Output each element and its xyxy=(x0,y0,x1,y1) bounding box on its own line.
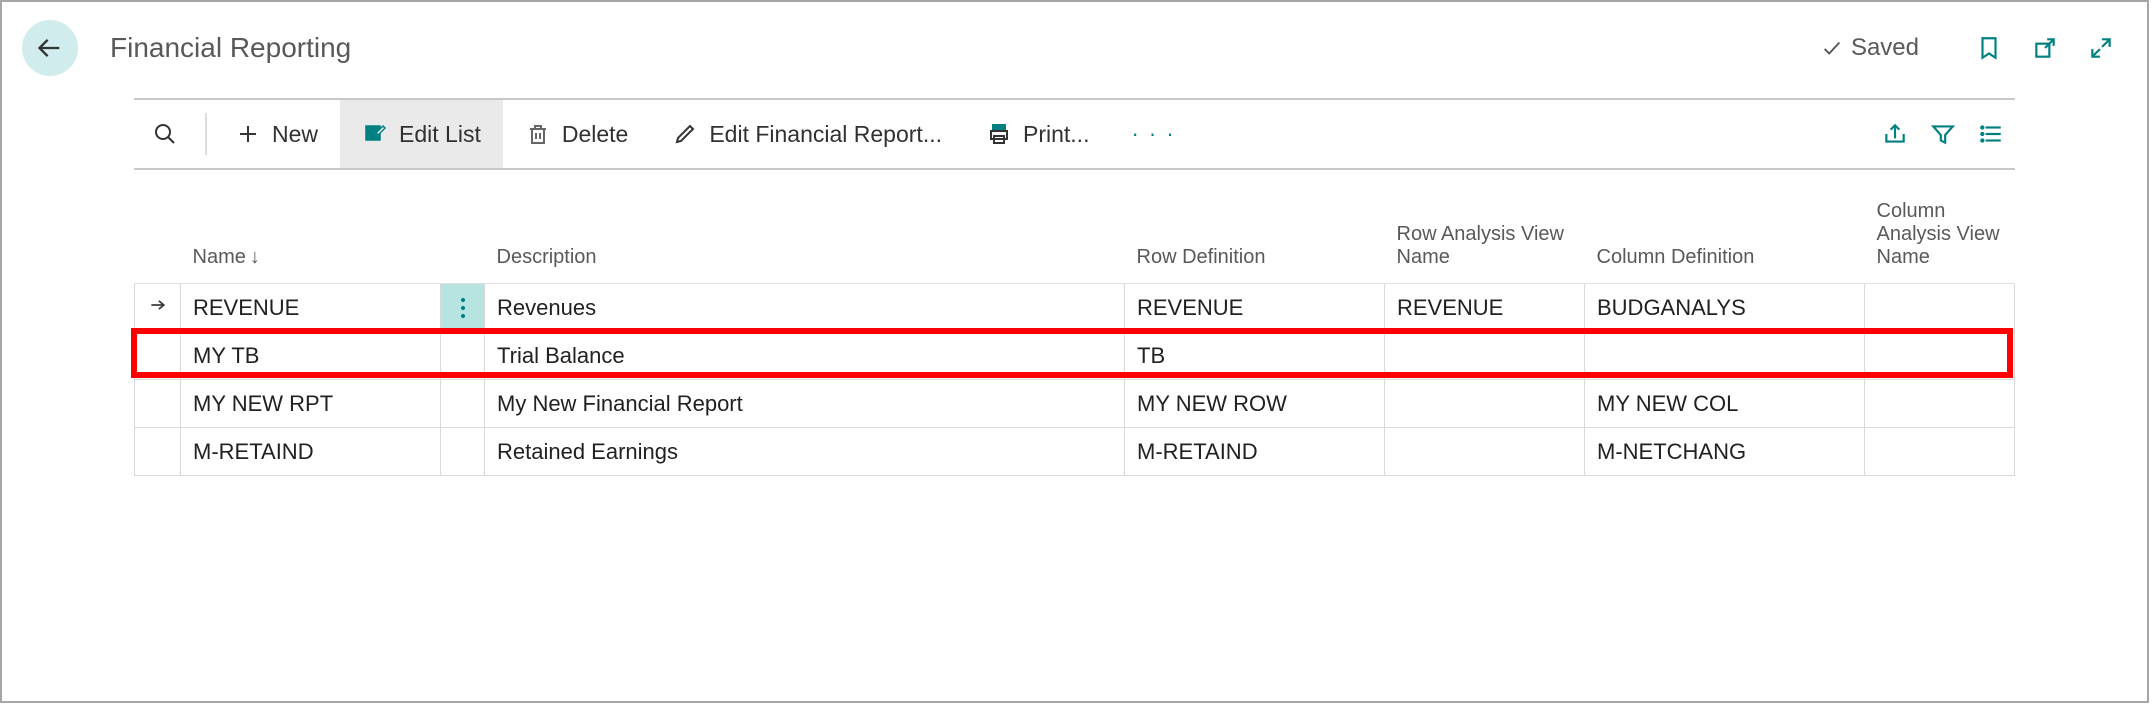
share-icon xyxy=(1882,121,1908,147)
expand-icon xyxy=(2088,35,2114,61)
popout-icon xyxy=(2032,35,2058,61)
cell-name[interactable]: REVENUE xyxy=(181,284,441,332)
cell-column-definition[interactable] xyxy=(1585,332,1865,380)
table-row[interactable]: MY NEW RPTMy New Financial ReportMY NEW … xyxy=(135,380,2015,428)
table-row[interactable]: M-RETAINDRetained EarningsM-RETAINDM-NET… xyxy=(135,428,2015,476)
row-menu-button[interactable] xyxy=(441,428,485,476)
col-description[interactable]: Description xyxy=(485,190,1125,284)
cell-column-definition[interactable]: MY NEW COL xyxy=(1585,380,1865,428)
page-header: Financial Reporting Saved xyxy=(2,2,2147,98)
print-button[interactable]: Print... xyxy=(964,100,1111,168)
back-button[interactable] xyxy=(22,20,78,76)
grid: Name↓ Description Row Definition Row Ana… xyxy=(134,190,2015,476)
cell-row-definition[interactable]: TB xyxy=(1125,332,1385,380)
popout-button[interactable] xyxy=(2023,26,2067,70)
pencil-icon xyxy=(673,122,697,146)
cell-column-analysis[interactable] xyxy=(1865,332,2015,380)
row-menu-button[interactable] xyxy=(441,284,485,332)
cell-row-analysis[interactable] xyxy=(1385,332,1585,380)
edit-list-icon xyxy=(363,122,387,146)
col-column-definition[interactable]: Column Definition xyxy=(1585,190,1865,284)
cell-description[interactable]: My New Financial Report xyxy=(485,380,1125,428)
edit-list-label: Edit List xyxy=(399,121,481,148)
col-select xyxy=(135,190,181,284)
cell-row-analysis[interactable] xyxy=(1385,380,1585,428)
cell-row-definition[interactable]: M-RETAIND xyxy=(1125,428,1385,476)
vertical-dots-icon xyxy=(453,298,472,318)
cell-column-definition[interactable]: M-NETCHANG xyxy=(1585,428,1865,476)
more-actions-button[interactable]: · · · xyxy=(1111,121,1195,147)
toolbar: New Edit List Delete Edit Financial Repo… xyxy=(134,98,2015,170)
cell-row-definition[interactable]: MY NEW ROW xyxy=(1125,380,1385,428)
delete-button[interactable]: Delete xyxy=(503,100,650,168)
arrow-right-icon xyxy=(148,295,168,315)
delete-label: Delete xyxy=(562,121,628,148)
col-column-analysis[interactable]: Column Analysis View Name xyxy=(1865,190,2015,284)
share-button[interactable] xyxy=(1871,100,1919,168)
reports-table: Name↓ Description Row Definition Row Ana… xyxy=(134,190,2015,476)
edit-list-button[interactable]: Edit List xyxy=(340,100,503,168)
table-row[interactable]: REVENUERevenuesREVENUEREVENUEBUDGANALYS xyxy=(135,284,2015,332)
expand-button[interactable] xyxy=(2079,26,2123,70)
row-selector[interactable] xyxy=(135,380,181,428)
cell-description[interactable]: Trial Balance xyxy=(485,332,1125,380)
col-name[interactable]: Name↓ xyxy=(181,190,441,284)
cell-row-definition[interactable]: REVENUE xyxy=(1125,284,1385,332)
new-label: New xyxy=(272,121,318,148)
table-row[interactable]: MY TB Trial BalanceTB xyxy=(135,332,2015,380)
cell-column-analysis[interactable] xyxy=(1865,284,2015,332)
saved-label: Saved xyxy=(1851,34,1919,62)
search-button[interactable] xyxy=(134,100,199,168)
edit-report-button[interactable]: Edit Financial Report... xyxy=(650,100,964,168)
cell-description[interactable]: Revenues xyxy=(485,284,1125,332)
row-selector[interactable] xyxy=(135,332,181,380)
cell-name[interactable]: MY TB xyxy=(181,332,441,380)
cell-row-analysis[interactable]: REVENUE xyxy=(1385,284,1585,332)
row-menu-button[interactable] xyxy=(441,380,485,428)
new-button[interactable]: New xyxy=(213,100,340,168)
cell-column-analysis[interactable] xyxy=(1865,428,2015,476)
header-row: Name↓ Description Row Definition Row Ana… xyxy=(135,190,2015,284)
filter-button[interactable] xyxy=(1919,100,1967,168)
list-view-button[interactable] xyxy=(1967,100,2015,168)
cell-column-analysis[interactable] xyxy=(1865,380,2015,428)
search-icon xyxy=(153,122,177,146)
bookmark-button[interactable] xyxy=(1967,26,2011,70)
page-title: Financial Reporting xyxy=(110,32,1821,64)
cell-row-analysis[interactable] xyxy=(1385,428,1585,476)
row-selector[interactable] xyxy=(135,428,181,476)
plus-icon xyxy=(236,122,260,146)
toolbar-divider xyxy=(205,113,207,155)
edit-report-label: Edit Financial Report... xyxy=(709,121,942,148)
filter-icon xyxy=(1930,121,1956,147)
cell-column-definition[interactable]: BUDGANALYS xyxy=(1585,284,1865,332)
list-icon xyxy=(1978,121,2004,147)
col-row-analysis[interactable]: Row Analysis View Name xyxy=(1385,190,1585,284)
row-selector[interactable] xyxy=(135,284,181,332)
cell-name[interactable]: MY NEW RPT xyxy=(181,380,441,428)
row-menu-button[interactable] xyxy=(441,332,485,380)
check-icon xyxy=(1821,37,1843,59)
back-arrow-icon xyxy=(36,34,64,62)
sort-arrow-icon: ↓ xyxy=(250,246,260,268)
cell-name[interactable]: M-RETAIND xyxy=(181,428,441,476)
cell-description[interactable]: Retained Earnings xyxy=(485,428,1125,476)
printer-icon xyxy=(987,122,1011,146)
col-menu xyxy=(441,190,485,284)
col-row-definition[interactable]: Row Definition xyxy=(1125,190,1385,284)
print-label: Print... xyxy=(1023,121,1089,148)
saved-status: Saved xyxy=(1821,34,1919,62)
trash-icon xyxy=(526,122,550,146)
app-window: Financial Reporting Saved xyxy=(0,0,2149,703)
bookmark-icon xyxy=(1976,35,2002,61)
